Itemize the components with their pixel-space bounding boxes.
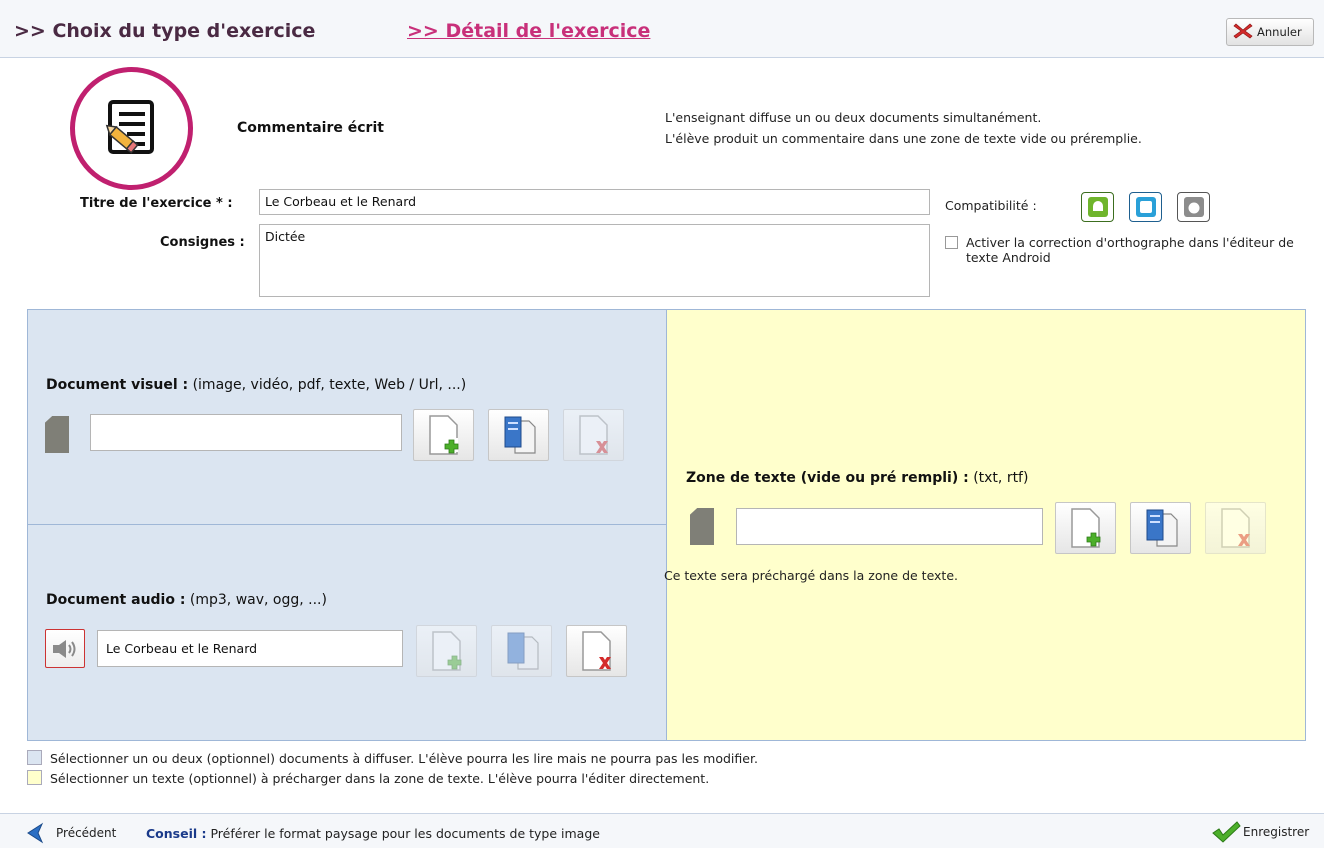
legend-yellow-text: Sélectionner un texte (optionnel) à préc… bbox=[50, 771, 710, 786]
document-icon bbox=[45, 416, 69, 453]
spellcheck-label: Activer la correction d'orthographe dans… bbox=[966, 235, 1294, 265]
legend-blue-text: Sélectionner un ou deux (optionnel) docu… bbox=[50, 751, 758, 766]
library-icon bbox=[507, 632, 539, 670]
compatibility-label: Compatibilité : bbox=[945, 198, 1037, 213]
step-exercise-detail[interactable]: >> Détail de l'exercice bbox=[407, 20, 650, 42]
title-label: Titre de l'exercice * : bbox=[80, 196, 233, 211]
android-icon[interactable] bbox=[1081, 192, 1114, 222]
spellcheck-checkbox[interactable] bbox=[945, 236, 958, 249]
apple-icon[interactable] bbox=[1177, 192, 1210, 222]
cancel-button[interactable]: Annuler bbox=[1226, 18, 1314, 46]
exercise-type-description-1: L'enseignant diffuse un ou deux document… bbox=[665, 110, 1042, 125]
text-zone-title: Zone de texte (vide ou pré rempli) : (tx… bbox=[686, 470, 1029, 486]
previous-label: Précédent bbox=[56, 826, 117, 840]
header-bar: >> Choix du type d'exercice >> Détail de… bbox=[0, 0, 1324, 58]
remove-file-icon bbox=[578, 415, 608, 455]
remove-file-icon bbox=[1220, 508, 1250, 548]
remove-text-file-button[interactable] bbox=[1205, 502, 1266, 554]
audio-library-button[interactable] bbox=[491, 625, 552, 677]
add-file-icon bbox=[428, 415, 458, 455]
close-icon bbox=[1233, 22, 1253, 43]
legend-yellow-swatch bbox=[27, 770, 42, 785]
exercise-type-badge bbox=[70, 67, 193, 190]
footer-bar: Précédent Conseil : Préférer le format p… bbox=[0, 813, 1324, 848]
save-button[interactable]: Enregistrer bbox=[1211, 820, 1309, 844]
remove-audio-button[interactable] bbox=[566, 625, 627, 677]
cancel-label: Annuler bbox=[1257, 25, 1302, 39]
speaker-icon[interactable] bbox=[45, 629, 85, 668]
text-zone-note: Ce texte sera préchargé dans la zone de … bbox=[664, 568, 959, 583]
previous-button[interactable]: Précédent bbox=[22, 822, 116, 844]
add-file-icon bbox=[431, 631, 461, 671]
written-comment-icon bbox=[105, 100, 154, 154]
add-file-button[interactable] bbox=[413, 409, 474, 461]
remove-file-button[interactable] bbox=[563, 409, 624, 461]
add-file-icon bbox=[1070, 508, 1100, 548]
windows-icon[interactable] bbox=[1129, 192, 1162, 222]
step-choose-type[interactable]: >> Choix du type d'exercice bbox=[14, 20, 315, 42]
arrow-left-icon bbox=[27, 822, 44, 844]
text-library-button[interactable] bbox=[1130, 502, 1191, 554]
title-input[interactable]: Le Corbeau et le Renard bbox=[259, 189, 930, 215]
library-button[interactable] bbox=[488, 409, 549, 461]
instructions-label: Consignes : bbox=[160, 235, 245, 250]
add-audio-button[interactable] bbox=[416, 625, 477, 677]
visual-document-field[interactable] bbox=[90, 414, 402, 451]
tip-text: Conseil : Préférer le format paysage pou… bbox=[146, 826, 600, 841]
text-zone-field[interactable] bbox=[736, 508, 1043, 545]
remove-file-icon bbox=[581, 631, 611, 671]
checkmark-icon bbox=[1212, 821, 1241, 843]
audio-document-field[interactable]: Le Corbeau et le Renard bbox=[97, 630, 403, 667]
visual-document-title: Document visuel : (image, vidéo, pdf, te… bbox=[46, 377, 467, 393]
library-icon bbox=[1146, 509, 1178, 547]
audio-document-title: Document audio : (mp3, wav, ogg, ...) bbox=[46, 592, 327, 608]
legend-blue-swatch bbox=[27, 750, 42, 765]
instructions-textarea[interactable]: Dictée bbox=[259, 224, 930, 297]
add-text-file-button[interactable] bbox=[1055, 502, 1116, 554]
exercise-type-description-2: L'élève produit un commentaire dans une … bbox=[665, 131, 1142, 146]
save-label: Enregistrer bbox=[1243, 825, 1310, 839]
library-icon bbox=[504, 416, 536, 454]
document-icon bbox=[690, 508, 714, 545]
exercise-type-name: Commentaire écrit bbox=[237, 120, 384, 136]
